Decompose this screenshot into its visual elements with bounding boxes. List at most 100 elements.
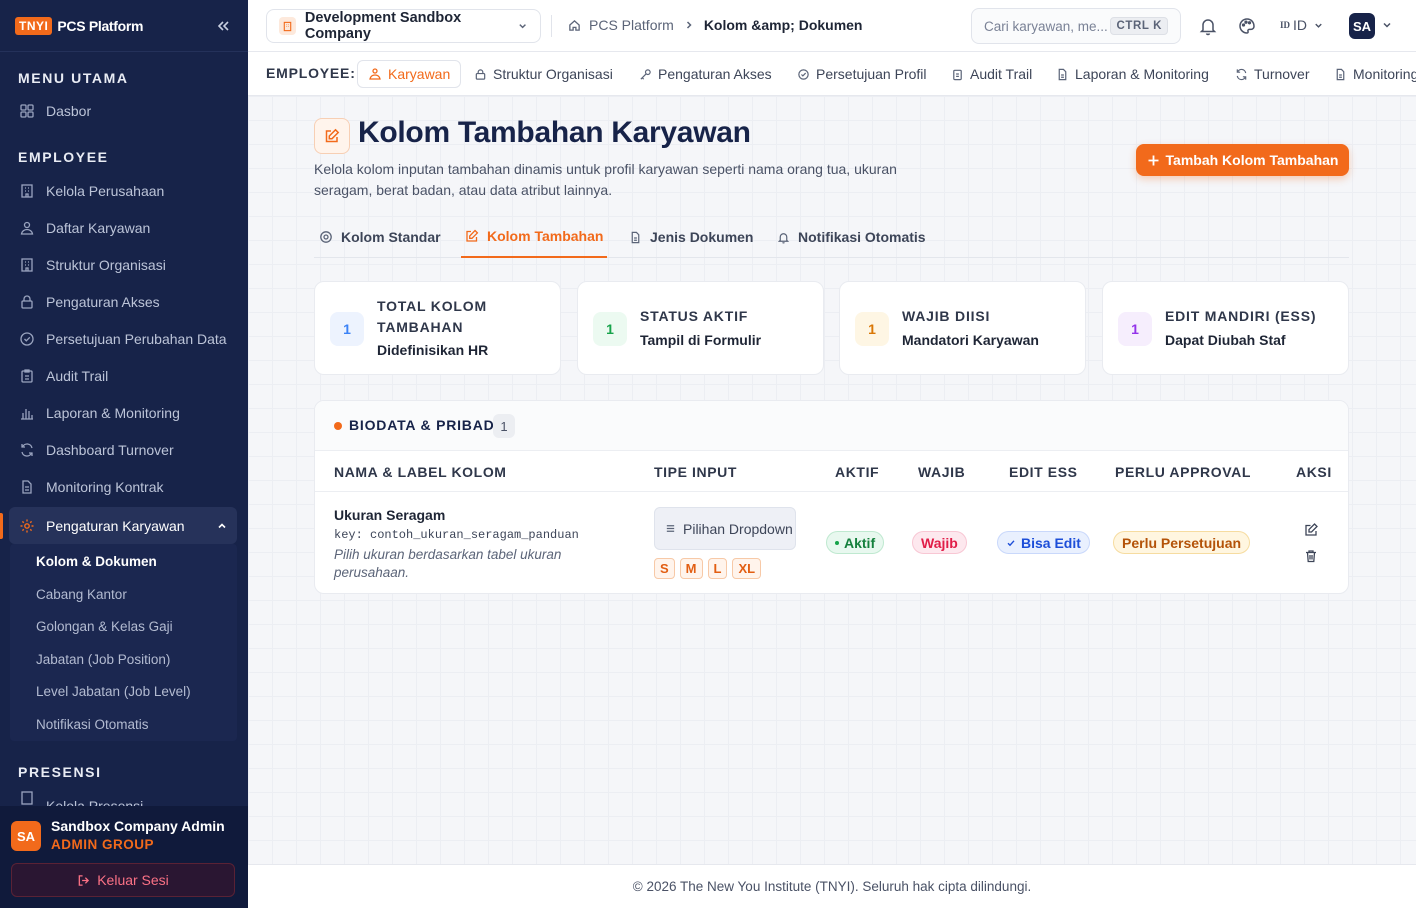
trash-icon[interactable] [1303,548,1319,564]
stat-card-wajib: 1 WAJIB DIISI Mandatori Karyawan [839,281,1086,375]
tab-turnover[interactable]: Turnover [1235,60,1310,88]
sidebar-sub-golongan-kelas-gaji[interactable]: Golongan & Kelas Gaji [36,619,173,634]
tab-persetujuan-profil[interactable]: Persetujuan Profil [797,60,927,88]
tab-kolom-tambahan[interactable]: Kolom Tambahan [461,216,608,258]
tab-struktur-organisasi[interactable]: Struktur Organisasi [474,60,613,88]
key-icon [640,68,651,80]
breadcrumb: PCS Platform Kolom &amp; Dokumen [568,17,863,33]
collapse-sidebar-icon[interactable] [213,16,233,36]
bell-icon [777,232,790,244]
column-header: AKTIF [835,464,880,480]
user-role: ADMIN GROUP [51,837,154,852]
edit-icon[interactable] [1303,522,1319,538]
sidebar-item-kelola-presensi[interactable]: Kelola Presensi [0,786,248,806]
column-group-panel: BIODATA & PRIBADI 1 NAMA & LABEL KOLOM T… [314,400,1349,594]
list-icon [666,525,675,532]
sidebar-item-laporan-monitoring[interactable]: Laporan & Monitoring [0,394,248,431]
search-input[interactable]: Cari karyawan, me... CTRL K [971,8,1181,44]
palette-icon[interactable] [1237,16,1257,36]
stat-card-ess: 1 EDIT MANDIRI (ESS) Dapat Diubah Staf [1102,281,1349,375]
input-type-label: Pilihan Dropdown [683,520,793,537]
option-chip: XL [732,558,762,579]
tab-label: Turnover [1254,66,1310,82]
column-key: key: contoh_ukuran_seragam_panduan [334,528,579,542]
module-label: EMPLOYEE: [266,65,356,81]
page-title: Kolom Tambahan Karyawan [358,116,751,149]
sidebar-item-kelola-perusahaan[interactable]: Kelola Perusahaan [0,172,248,209]
tab-kolom-standar[interactable]: Kolom Standar [319,216,441,258]
company-selector[interactable]: Development Sandbox Company [266,9,541,43]
refresh-icon [21,442,33,457]
sidebar-item-label: Kelola Presensi [46,798,144,806]
sub-tabs: Kolom Standar Kolom Tambahan Jenis Dokum… [314,216,1349,258]
chevron-down-icon [519,24,526,29]
chevron-right-icon [686,21,692,29]
sidebar-item-struktur-organisasi[interactable]: Struktur Organisasi [0,246,248,283]
table-header: NAMA & LABEL KOLOM TIPE INPUT AKTIF WAJI… [315,451,1348,492]
edit-icon [314,118,350,154]
home-icon[interactable] [568,19,581,32]
input-type: Pilihan Dropdown [654,507,796,550]
stat-value: 1 [855,312,889,346]
breadcrumb-root[interactable]: PCS Platform [589,17,674,33]
tab-karyawan[interactable]: Karyawan [357,60,462,88]
option-chip: M [679,558,703,579]
sidebar-item-pengaturan-akses[interactable]: Pengaturan Akses [0,283,248,320]
add-column-button[interactable]: Tambah Kolom Tambahan [1136,144,1349,176]
avatar[interactable]: SA [1349,13,1375,39]
language-flag: ID [1280,20,1291,30]
sidebar-item-pengaturan-karyawan[interactable]: Pengaturan Karyawan [9,507,237,544]
brand-bar: TNYI PCS Platform [0,0,248,52]
stat-label: STATUS AKTIF [640,308,749,324]
stat-sub: Dapat Diubah Staf [1165,332,1286,348]
sidebar-sub-kolom-dokumen[interactable]: Kolom & Dokumen [36,554,157,569]
stat-label: TOTAL KOLOM TAMBAHAN [377,298,487,335]
option-chip: S [654,558,675,579]
sidebar-item-daftar-karyawan[interactable]: Daftar Karyawan [0,209,248,246]
logout-icon [78,874,90,886]
tab-label: Notifikasi Otomatis [798,229,926,245]
users-icon [20,221,34,235]
status-badge-approval: Perlu Persetujuan [1113,531,1251,554]
bell-icon[interactable] [1198,16,1218,36]
sidebar-item-audit-trail[interactable]: Audit Trail [0,357,248,394]
sidebar-item-monitoring-kontrak[interactable]: Monitoring Kontrak [0,468,248,505]
stat-value: 1 [593,312,627,346]
sidebar-item-persetujuan-perubahan-data[interactable]: Persetujuan Perubahan Data [0,320,248,357]
group-name: BIODATA & PRIBADI [349,417,500,433]
tab-label: Karyawan [388,66,451,82]
sidebar-sub-notifikasi-otomatis[interactable]: Notifikasi Otomatis [36,717,149,732]
tab-audit-trail[interactable]: Audit Trail [951,60,1032,88]
users-icon [369,68,381,80]
stat-value: 1 [1118,312,1152,346]
page-description: Kelola kolom inputan tambahan dinamis un… [314,161,897,198]
active-indicator [0,513,3,539]
divider [551,15,552,37]
document-icon [22,479,32,494]
sidebar-sub-cabang-kantor[interactable]: Cabang Kantor [36,587,127,602]
chevron-down-icon[interactable] [1381,19,1393,31]
tab-laporan-monitoring[interactable]: Laporan & Monitoring [1056,60,1209,88]
sidebar-sub-level-jabatan[interactable]: Level Jabatan (Job Level) [36,684,191,699]
tab-notifikasi-otomatis[interactable]: Notifikasi Otomatis [777,216,926,258]
sidebar-item-dashboard-turnover[interactable]: Dashboard Turnover [0,431,248,468]
chevron-down-icon [1315,23,1322,28]
sidebar-sub-jabatan[interactable]: Jabatan (Job Position) [36,652,170,667]
logout-button[interactable]: Keluar Sesi [11,863,235,897]
tab-monitoring[interactable]: Monitoring [1334,60,1416,88]
brand-badge: TNYI [15,16,53,35]
tab-label: Kolom Tambahan [487,228,604,244]
sidebar-item-label: Audit Trail [46,367,109,384]
stat-sub: Didefinisikan HR [377,342,489,358]
sidebar-item-dasbor[interactable]: Dasbor [0,92,248,129]
sidebar-item-label: Daftar Karyawan [46,219,151,236]
sidebar-item-label: Pengaturan Akses [46,293,160,310]
tab-pengaturan-akses[interactable]: Pengaturan Akses [639,60,772,88]
tab-jenis-dokumen[interactable]: Jenis Dokumen [629,216,753,258]
stat-value: 1 [330,312,364,346]
stat-card-total: 1 TOTAL KOLOM TAMBAHAN Didefinisikan HR [314,281,561,375]
language-selector[interactable]: ID ID [1280,17,1324,33]
column-header: PERLU APPROVAL [1115,464,1251,480]
column-header: EDIT ESS [1009,464,1078,480]
building-icon [21,183,33,198]
